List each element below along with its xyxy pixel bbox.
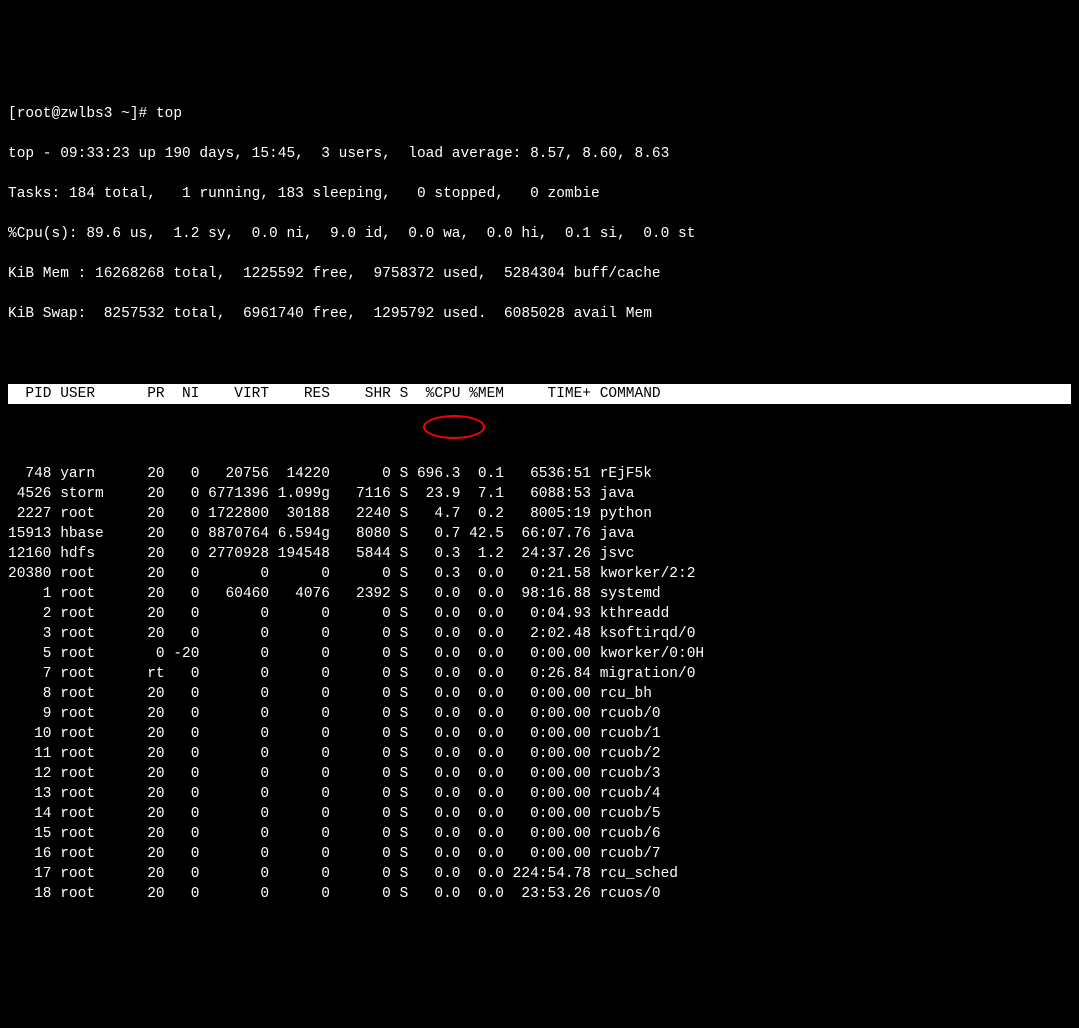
process-row: 10 root 20 0 0 0 0 S 0.0 0.0 0:00.00 rcu… bbox=[8, 724, 1071, 744]
process-row: 11 root 20 0 0 0 0 S 0.0 0.0 0:00.00 rcu… bbox=[8, 744, 1071, 764]
terminal-window[interactable]: [root@zwlbs3 ~]# top top - 09:33:23 up 1… bbox=[0, 80, 1079, 928]
annotation-circle bbox=[423, 415, 485, 439]
blank-line bbox=[8, 344, 1071, 364]
command-text: top bbox=[156, 106, 182, 122]
top-summary-cpu: %Cpu(s): 89.6 us, 1.2 sy, 0.0 ni, 9.0 id… bbox=[8, 224, 1071, 244]
process-row: 748 yarn 20 0 20756 14220 0 S 696.3 0.1 … bbox=[8, 464, 1071, 484]
process-row: 5 root 0 -20 0 0 0 S 0.0 0.0 0:00.00 kwo… bbox=[8, 644, 1071, 664]
process-row: 15913 hbase 20 0 8870764 6.594g 8080 S 0… bbox=[8, 524, 1071, 544]
process-row: 12160 hdfs 20 0 2770928 194548 5844 S 0.… bbox=[8, 544, 1071, 564]
top-summary-line1: top - 09:33:23 up 190 days, 15:45, 3 use… bbox=[8, 144, 1071, 164]
process-row: 8 root 20 0 0 0 0 S 0.0 0.0 0:00.00 rcu_… bbox=[8, 684, 1071, 704]
top-summary-swap: KiB Swap: 8257532 total, 6961740 free, 1… bbox=[8, 304, 1071, 324]
top-summary-mem: KiB Mem : 16268268 total, 1225592 free, … bbox=[8, 264, 1071, 284]
process-row: 4526 storm 20 0 6771396 1.099g 7116 S 23… bbox=[8, 484, 1071, 504]
process-table-body: 748 yarn 20 0 20756 14220 0 S 696.3 0.1 … bbox=[8, 424, 1071, 904]
process-row: 13 root 20 0 0 0 0 S 0.0 0.0 0:00.00 rcu… bbox=[8, 784, 1071, 804]
process-row: 2 root 20 0 0 0 0 S 0.0 0.0 0:04.93 kthr… bbox=[8, 604, 1071, 624]
top-summary-tasks: Tasks: 184 total, 1 running, 183 sleepin… bbox=[8, 184, 1071, 204]
process-row: 14 root 20 0 0 0 0 S 0.0 0.0 0:00.00 rcu… bbox=[8, 804, 1071, 824]
process-row: 16 root 20 0 0 0 0 S 0.0 0.0 0:00.00 rcu… bbox=[8, 844, 1071, 864]
process-row: 9 root 20 0 0 0 0 S 0.0 0.0 0:00.00 rcuo… bbox=[8, 704, 1071, 724]
process-row: 20380 root 20 0 0 0 0 S 0.3 0.0 0:21.58 … bbox=[8, 564, 1071, 584]
process-row: 1 root 20 0 60460 4076 2392 S 0.0 0.0 98… bbox=[8, 584, 1071, 604]
shell-prompt: [root@zwlbs3 ~]# bbox=[8, 106, 156, 122]
process-row: 7 root rt 0 0 0 0 S 0.0 0.0 0:26.84 migr… bbox=[8, 664, 1071, 684]
process-row: 2227 root 20 0 1722800 30188 2240 S 4.7 … bbox=[8, 504, 1071, 524]
process-row: 15 root 20 0 0 0 0 S 0.0 0.0 0:00.00 rcu… bbox=[8, 824, 1071, 844]
process-table-header: PID USER PR NI VIRT RES SHR S %CPU %MEM … bbox=[8, 384, 1071, 404]
process-row: 17 root 20 0 0 0 0 S 0.0 0.0 224:54.78 r… bbox=[8, 864, 1071, 884]
process-row: 12 root 20 0 0 0 0 S 0.0 0.0 0:00.00 rcu… bbox=[8, 764, 1071, 784]
process-row: 18 root 20 0 0 0 0 S 0.0 0.0 23:53.26 rc… bbox=[8, 884, 1071, 904]
prompt-line: [root@zwlbs3 ~]# top bbox=[8, 104, 1071, 124]
process-row: 3 root 20 0 0 0 0 S 0.0 0.0 2:02.48 ksof… bbox=[8, 624, 1071, 644]
